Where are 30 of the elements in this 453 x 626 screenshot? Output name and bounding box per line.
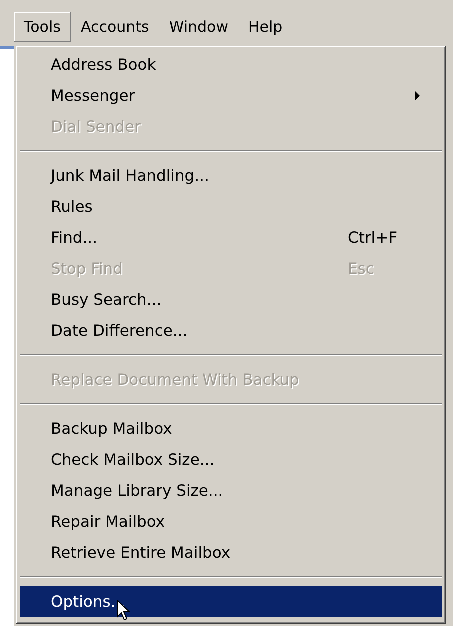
- menu-item[interactable]: Address Book: [20, 49, 442, 80]
- menu-item[interactable]: Manage Library Size...: [20, 475, 442, 506]
- menu-title[interactable]: Accounts: [70, 12, 160, 42]
- menu-item-label: Find...: [51, 228, 99, 246]
- menu-item[interactable]: Retrieve Entire Mailbox: [20, 537, 442, 568]
- shortcut-label: Ctrl+F: [348, 228, 398, 246]
- menu-item-label: Backup Mailbox: [51, 420, 174, 438]
- menu-item-label: Retrieve Entire Mailbox: [51, 544, 232, 562]
- menu-item[interactable]: Date Difference...: [20, 315, 442, 346]
- menu-title[interactable]: Tools: [14, 12, 71, 42]
- menu-item[interactable]: Busy Search...: [20, 284, 442, 315]
- menu-item[interactable]: Rules: [20, 191, 442, 222]
- menu-item-label: Junk Mail Handling...: [51, 166, 210, 184]
- menu-item-label: Check Mailbox Size...: [51, 450, 216, 468]
- menu-item-label: Messenger: [51, 86, 136, 104]
- menu-title[interactable]: Window: [159, 12, 238, 42]
- menu-item[interactable]: Repair Mailbox: [20, 506, 442, 537]
- menu-item[interactable]: Junk Mail Handling...: [20, 160, 442, 191]
- menu-item-label: Repair Mailbox: [51, 512, 166, 530]
- menu-item[interactable]: Find... Ctrl+F: [20, 222, 442, 253]
- menu-item-label: Rules: [51, 198, 94, 216]
- menu-item-label: Address Book: [51, 56, 158, 74]
- menu-item-label: Date Difference...: [51, 322, 189, 340]
- menu-item[interactable]: Check Mailbox Size...: [20, 444, 442, 475]
- menu-item-label: Busy Search...: [51, 290, 163, 308]
- menu-title[interactable]: Help: [238, 12, 293, 42]
- menu-item-label: Manage Library Size...: [51, 482, 224, 500]
- menu-item[interactable]: Messenger: [20, 80, 442, 111]
- menu-item[interactable]: Backup Mailbox: [20, 413, 442, 444]
- menu-item-label: Options...: [51, 592, 420, 610]
